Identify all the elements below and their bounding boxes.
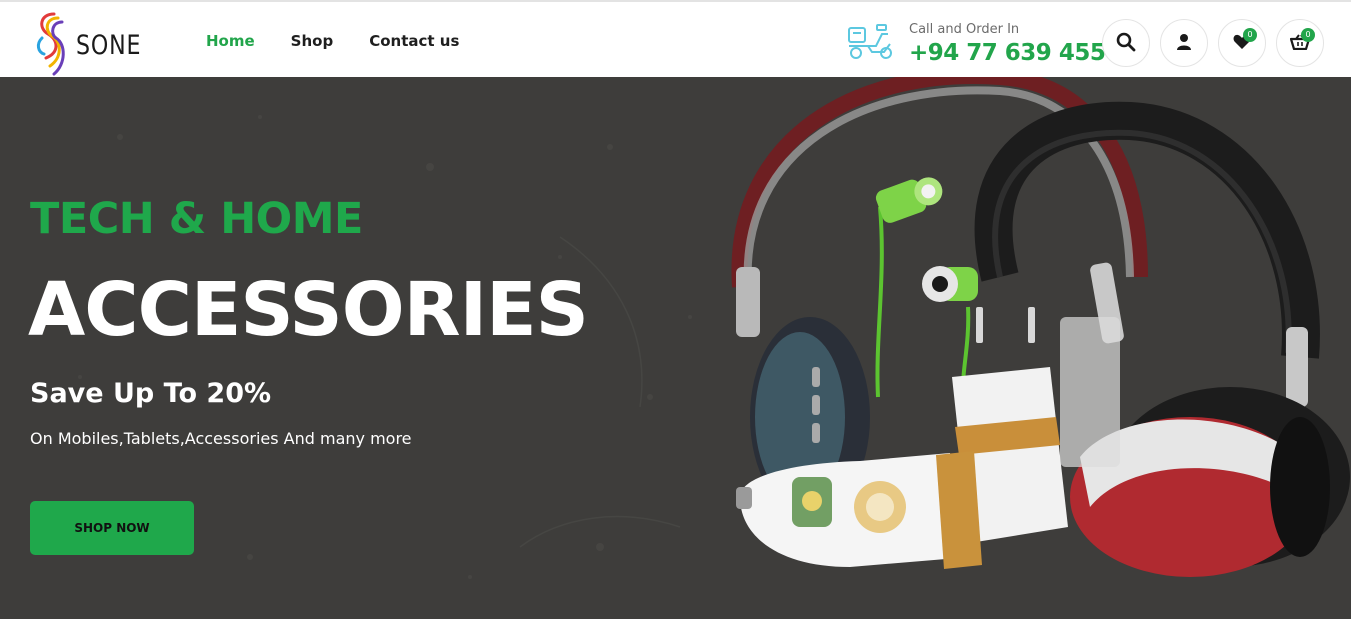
- nav-item-contact[interactable]: Contact us: [369, 32, 459, 50]
- cart-button[interactable]: 0: [1276, 19, 1324, 67]
- hero-title-line1: TECH & HOME: [30, 194, 363, 244]
- hero-subtext: On Mobiles,Tablets,Accessories And many …: [30, 429, 412, 448]
- site-header: SONE Home Shop Contact us Call and Order…: [0, 0, 1351, 77]
- phone-number[interactable]: +94 77 639 4556: [909, 40, 1121, 66]
- search-button[interactable]: [1102, 19, 1150, 67]
- delivery-scooter-icon: [846, 22, 896, 65]
- hero-product-image: [731, 77, 1350, 577]
- shop-now-button[interactable]: SHOP NOW: [30, 501, 194, 555]
- hero-title-line2: ACCESSORIES: [28, 267, 589, 353]
- user-icon: [1176, 33, 1192, 54]
- brand-name: SONE: [76, 30, 142, 61]
- hero-headline: Save Up To 20%: [30, 378, 272, 409]
- search-icon: [1116, 32, 1136, 55]
- nav-item-home[interactable]: Home: [206, 32, 255, 50]
- wishlist-count-badge: 0: [1243, 28, 1257, 42]
- main-nav: Home Shop Contact us: [206, 32, 495, 50]
- call-label: Call and Order In: [909, 22, 1020, 37]
- nav-item-shop[interactable]: Shop: [291, 32, 334, 50]
- cart-count-badge: 0: [1301, 28, 1315, 42]
- hero-banner: TECH & HOME ACCESSORIES Save Up To 20% O…: [0, 77, 1351, 619]
- wishlist-button[interactable]: 0: [1218, 19, 1266, 67]
- logo-mark-icon: [36, 12, 65, 76]
- account-button[interactable]: [1160, 19, 1208, 67]
- brand-logo[interactable]: SONE: [32, 8, 152, 78]
